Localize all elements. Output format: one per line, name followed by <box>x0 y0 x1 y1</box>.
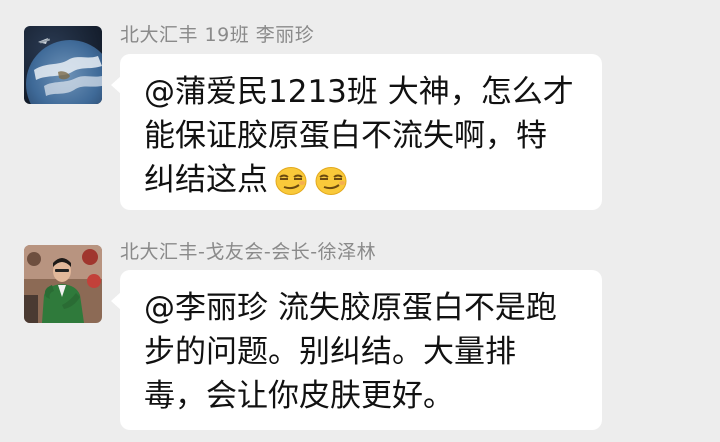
message-text-line: 毒，会让你皮肤更好。 <box>144 378 454 414</box>
message-text-line: 能保证胶原蛋白不流失啊，特 <box>144 118 547 154</box>
earth-avatar[interactable] <box>24 26 102 104</box>
message-text-line: @李丽珍 流失胶原蛋白不是跑 <box>144 290 557 326</box>
smirk-face-emoji-icon <box>314 164 348 208</box>
message-bubble[interactable]: @李丽珍 流失胶原蛋白不是跑 步的问题。别纠结。大量排 毒，会让你皮肤更好。 <box>111 270 602 430</box>
chat-window: 北大汇丰 19班 李丽珍 @蒲爱民1213班 大神，怎么才 能保证胶原蛋白不流失… <box>0 0 720 442</box>
man-avatar[interactable] <box>24 245 102 323</box>
man-in-green-jacket-icon <box>24 245 102 323</box>
message-text-line: @蒲爱民1213班 大神，怎么才 <box>144 74 574 110</box>
earth-from-space-icon <box>24 26 102 104</box>
sender-name: 北大汇丰-戈友会-会长-徐泽林 <box>120 241 377 263</box>
sender-name: 北大汇丰 19班 李丽珍 <box>120 24 315 46</box>
message-text-line: 纠结这点 <box>144 158 580 208</box>
message-text: 纠结这点 <box>144 162 268 198</box>
chat-message: 北大汇丰 19班 李丽珍 @蒲爱民1213班 大神，怎么才 能保证胶原蛋白不流失… <box>0 0 720 222</box>
message-text-line: 步的问题。别纠结。大量排 <box>144 334 516 370</box>
message-bubble[interactable]: @蒲爱民1213班 大神，怎么才 能保证胶原蛋白不流失啊，特 纠结这点 <box>111 54 602 210</box>
chat-message: 北大汇丰-戈友会-会长-徐泽林 @李丽珍 流失胶原蛋白不是跑 步的问题。别纠结。… <box>0 228 720 442</box>
smirk-face-emoji-icon <box>274 164 308 208</box>
